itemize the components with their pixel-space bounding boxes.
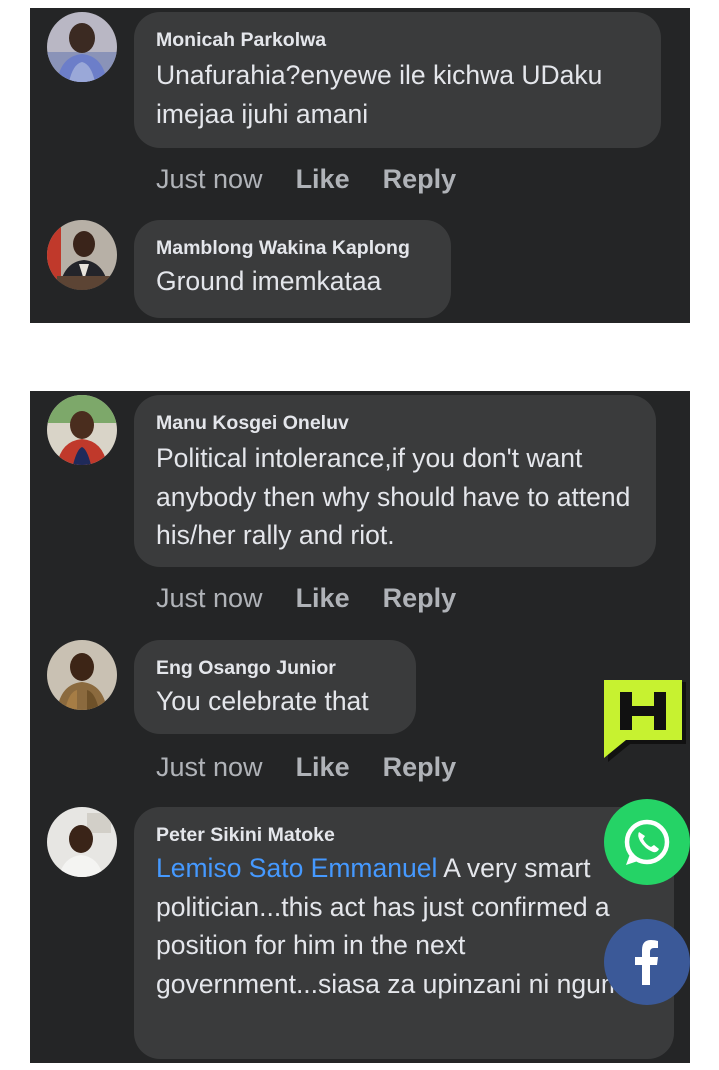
- avatar-peter[interactable]: [47, 807, 117, 877]
- comment-actions: Just now Like Reply: [156, 583, 456, 613]
- like-button[interactable]: Like: [296, 583, 350, 613]
- avatar-eng-osango[interactable]: [47, 640, 117, 710]
- whatsapp-icon[interactable]: [604, 799, 690, 885]
- reply-button[interactable]: Reply: [383, 583, 457, 613]
- comment-bubble: Manu Kosgei Oneluv Political intolerance…: [134, 395, 656, 567]
- reply-button[interactable]: Reply: [383, 752, 457, 782]
- facebook-icon[interactable]: [604, 919, 690, 1005]
- comment-bubble: Mamblong Wakina Kaplong Ground imemkataa: [134, 220, 451, 318]
- reply-button[interactable]: Reply: [383, 164, 457, 194]
- comment-bubble: Peter Sikini Matoke Lemiso Sato Emmanuel…: [134, 807, 674, 1059]
- comment-text: Political intolerance,if you don't want …: [156, 443, 631, 550]
- comment-timestamp: Just now: [156, 164, 263, 194]
- avatar-monicah[interactable]: [47, 12, 117, 82]
- comment-actions: Just now Like Reply: [156, 164, 456, 194]
- like-button[interactable]: Like: [296, 164, 350, 194]
- comment-text: Ground imemkataa: [156, 266, 382, 296]
- like-button[interactable]: Like: [296, 752, 350, 782]
- comment-bubble: Eng Osango Junior You celebrate that: [134, 640, 416, 734]
- comment-author[interactable]: Eng Osango Junior: [156, 656, 394, 680]
- comments-panel-top: Monicah Parkolwa Unafurahia?enyewe ile k…: [30, 8, 690, 323]
- hustle-logo-icon[interactable]: H: [602, 678, 690, 764]
- avatar-mamblong[interactable]: [47, 220, 117, 290]
- comment-actions: Just now Like Reply: [156, 752, 456, 782]
- comment-author[interactable]: Peter Sikini Matoke: [156, 823, 660, 847]
- comment-timestamp: Just now: [156, 752, 263, 782]
- comments-panel-bottom: Manu Kosgei Oneluv Political intolerance…: [30, 391, 690, 1063]
- comment-timestamp: Just now: [156, 583, 263, 613]
- comment-author[interactable]: Monicah Parkolwa: [156, 28, 639, 52]
- comment-text: You celebrate that: [156, 686, 369, 716]
- comment-bubble: Monicah Parkolwa Unafurahia?enyewe ile k…: [134, 12, 661, 148]
- avatar-manu[interactable]: [47, 395, 117, 465]
- comment-author[interactable]: Manu Kosgei Oneluv: [156, 411, 634, 435]
- comment-text: Unafurahia?enyewe ile kichwa UDaku imeja…: [156, 60, 603, 129]
- comment-author[interactable]: Mamblong Wakina Kaplong: [156, 236, 429, 260]
- comment-text: Lemiso Sato Emmanuel A very smart politi…: [156, 849, 660, 1003]
- mention-link[interactable]: Lemiso Sato Emmanuel: [156, 853, 437, 883]
